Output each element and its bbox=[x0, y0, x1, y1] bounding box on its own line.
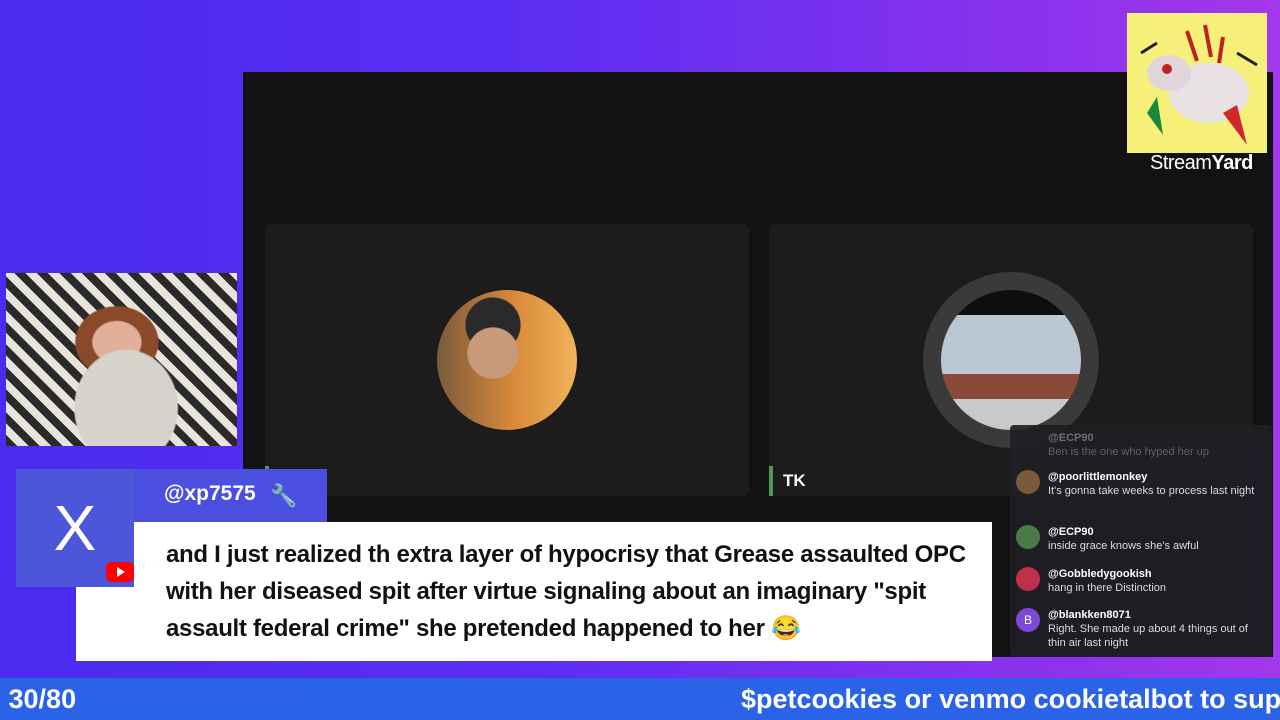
ticker-right-text: $petcookies or venmo cookietalbot to sup… bbox=[741, 684, 1280, 714]
logo-word-2: Yard bbox=[1211, 152, 1253, 174]
chat-message: @ECP90 inside grace knows she's awful bbox=[1016, 525, 1266, 553]
channel-logo-art bbox=[1127, 13, 1267, 153]
chat-avatar bbox=[1016, 470, 1040, 494]
chat-author: @Gobbledygookish bbox=[1048, 568, 1152, 580]
logo-word-1: Stream bbox=[1150, 152, 1212, 174]
participant-tile-1[interactable]: y bbox=[265, 224, 749, 496]
chat-message: B @blankken8071 Right. She made up about… bbox=[1016, 608, 1266, 650]
participant-name: TK bbox=[769, 466, 816, 496]
chat-avatar bbox=[1016, 525, 1040, 549]
commenter-username: @xp7575 bbox=[164, 482, 256, 505]
commenter-name-bar: @xp7575 🔧 bbox=[134, 469, 327, 522]
chat-text: inside grace knows she's awful bbox=[1048, 540, 1199, 552]
chat-text: Right. She made up about 4 things out of… bbox=[1048, 623, 1248, 649]
chat-text: Ben is the one who hyped her up bbox=[1048, 446, 1209, 458]
featured-comment-text: and I just realized th extra layer of hy… bbox=[166, 541, 966, 642]
participant-avatar bbox=[941, 290, 1081, 430]
chat-message: @ECP90 Ben is the one who hyped her up bbox=[1016, 431, 1266, 459]
participant-avatar bbox=[437, 290, 577, 430]
channel-logo bbox=[1127, 13, 1267, 153]
chat-overlay: @ECP90 Ben is the one who hyped her up @… bbox=[1010, 425, 1272, 657]
chat-message: @Gobbledygookish hang in there Distincti… bbox=[1016, 567, 1266, 595]
chat-text: It's gonna take weeks to process last ni… bbox=[1048, 485, 1255, 497]
chat-author: @ECP90 bbox=[1048, 432, 1094, 444]
chat-avatar bbox=[1016, 567, 1040, 591]
streamyard-logo: StreamYard bbox=[1150, 152, 1253, 175]
youtube-icon bbox=[106, 562, 134, 582]
chat-avatar: B bbox=[1016, 608, 1040, 632]
ticker-bar: e 30/80 $petcookies or venmo cookietalbo… bbox=[0, 678, 1280, 720]
wrench-icon: 🔧 bbox=[270, 483, 298, 508]
chat-author: @blankken8071 bbox=[1048, 609, 1131, 621]
chat-text: hang in there Distinction bbox=[1048, 582, 1167, 594]
chat-author: @ECP90 bbox=[1048, 526, 1094, 538]
ticker-left-text: e 30/80 bbox=[0, 684, 77, 714]
featured-comment: and I just realized th extra layer of hy… bbox=[76, 522, 992, 661]
chat-author: @poorlittlemonkey bbox=[1048, 471, 1148, 483]
host-camera bbox=[6, 273, 237, 446]
commenter-avatar: X bbox=[16, 469, 134, 587]
chat-message: @poorlittlemonkey It's gonna take weeks … bbox=[1016, 470, 1266, 498]
